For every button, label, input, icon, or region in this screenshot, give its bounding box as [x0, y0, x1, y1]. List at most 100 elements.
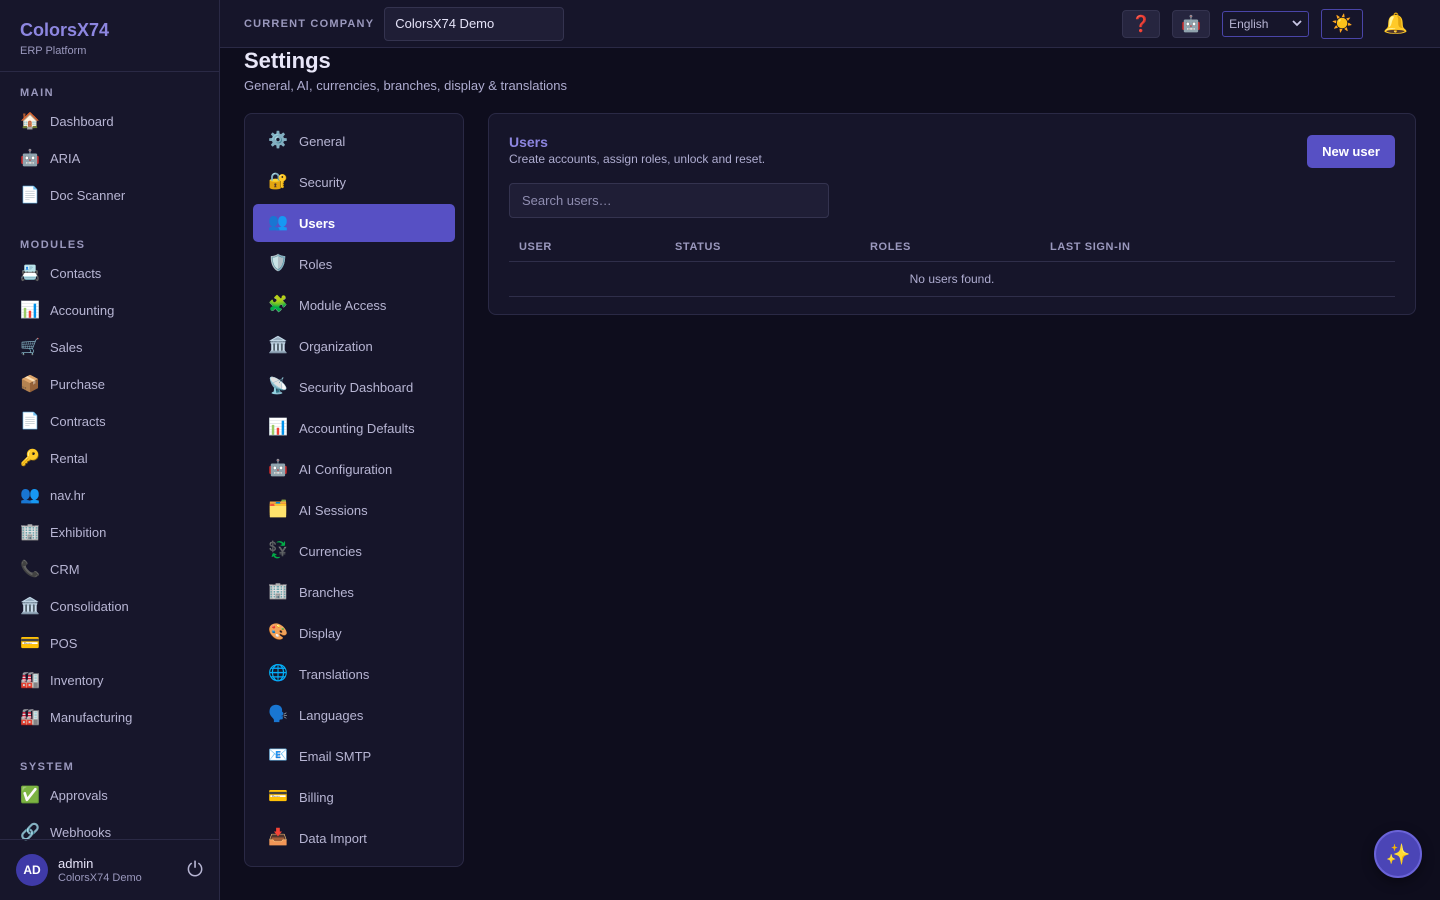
sidebar-item-accounting[interactable]: 📊 Accounting — [0, 292, 219, 329]
settings-tab-accounting-defaults[interactable]: 📊 Accounting Defaults — [253, 409, 455, 447]
settings-tab-users[interactable]: 👥 Users — [253, 204, 455, 242]
sidebar-item-crm[interactable]: 📞 CRM — [0, 551, 219, 588]
settings-tab-label: Roles — [299, 256, 333, 272]
robot-icon: 🤖 — [1181, 15, 1202, 33]
settings-tab-label: AI Configuration — [299, 461, 393, 477]
settings-tab-label: Users — [299, 215, 336, 231]
sidebar-item-doc-scanner[interactable]: 📄 Doc Scanner — [0, 177, 219, 214]
nav-section-label: SYSTEM — [20, 761, 75, 773]
settings-tab-display[interactable]: 🎨 Display — [253, 614, 455, 652]
new-user-button[interactable]: New user — [1307, 135, 1395, 168]
language-select[interactable]: English — [1222, 10, 1310, 37]
settings-tab-data-import[interactable]: 📥 Data Import — [253, 819, 455, 857]
sidebar-item-label: Inventory — [50, 673, 104, 688]
column-last-sign-in[interactable]: LAST SIGN-IN — [1050, 241, 1131, 253]
user-name: admin — [58, 856, 94, 871]
settings-tab-label: Translations — [299, 666, 370, 682]
gear-icon: ⚙️ — [268, 132, 288, 149]
sidebar-item-manufacturing[interactable]: 🏭 Manufacturing — [0, 699, 219, 736]
settings-tab-ai-sessions[interactable]: 🗂️ AI Sessions — [253, 491, 455, 529]
column-roles[interactable]: ROLES — [870, 241, 911, 253]
language-value: English — [1229, 16, 1269, 31]
sidebar-item-label: Accounting — [50, 303, 115, 318]
settings-tab-languages[interactable]: 🗣️ Languages — [253, 696, 455, 734]
column-user[interactable]: USER — [519, 241, 552, 253]
sidebar-item-inventory[interactable]: 🏭 Inventory — [0, 662, 219, 699]
key-icon: 🔑 — [20, 449, 40, 467]
settings-tab-translations[interactable]: 🌐 Translations — [253, 655, 455, 693]
sidebar-item-label: Approvals — [50, 788, 108, 803]
settings-tab-ai-configuration[interactable]: 🤖 AI Configuration — [253, 450, 455, 488]
settings-tab-label: Module Access — [299, 297, 387, 313]
settings-tab-label: Email SMTP — [299, 748, 372, 764]
sidebar-item-nav-hr[interactable]: 👥 nav.hr — [0, 477, 219, 514]
settings-tab-label: Display — [299, 625, 342, 641]
sidebar-item-label: Contacts — [50, 266, 102, 281]
sidebar-item-dashboard[interactable]: 🏠 Dashboard — [0, 103, 219, 140]
credit-card-icon: 💳 — [20, 634, 40, 652]
topbar-actions: ❓ 🤖 English ☀️ 🔔 — [1122, 8, 1416, 39]
factory-icon: 🏭 — [20, 671, 40, 689]
sidebar: ColorsX74 ERP Platform MAIN 🏠 Dashboard 🤖 AR… — [0, 0, 220, 900]
sidebar-item-purchase[interactable]: 📦 Purchase — [0, 366, 219, 403]
check-icon: ✅ — [20, 786, 40, 804]
people-icon: 👥 — [268, 214, 288, 231]
settings-tab-label: General — [299, 133, 346, 149]
assistant-button[interactable]: 🤖 — [1172, 9, 1211, 38]
sidebar-item-contracts[interactable]: 📄 Contracts — [0, 403, 219, 440]
sidebar-item-exhibition[interactable]: 🏢 Exhibition — [0, 514, 219, 551]
settings-tab-security-dashboard[interactable]: 📡 Security Dashboard — [253, 368, 455, 406]
settings-tab-label: Branches — [299, 584, 354, 600]
settings-tab-security[interactable]: 🔐 Security — [253, 163, 455, 201]
bar-chart-icon: 📊 — [268, 419, 288, 436]
sidebar-item-label: Consolidation — [50, 599, 129, 614]
sparkles-icon: ✨ — [1385, 843, 1411, 866]
bar-chart-icon: 📊 — [20, 301, 40, 319]
document-icon: 📄 — [20, 186, 40, 204]
puzzle-icon: 🧩 — [268, 296, 288, 313]
sidebar-item-rental[interactable]: 🔑 Rental — [0, 440, 219, 477]
sidebar-item-label: Doc Scanner — [50, 188, 126, 203]
settings-tab-currencies[interactable]: 💱 Currencies — [253, 532, 455, 570]
settings-tab-organization[interactable]: 🏛️ Organization — [253, 327, 455, 365]
settings-tab-label: Accounting Defaults — [299, 420, 415, 436]
avatar[interactable]: AD — [16, 854, 48, 886]
card-index-icon: 📇 — [20, 264, 40, 282]
sidebar-footer: AD admin ColorsX74 Demo ⏻ — [0, 839, 219, 900]
sidebar-item-approvals[interactable]: ✅ Approvals — [0, 777, 219, 814]
sidebar-item-label: Contracts — [50, 414, 106, 429]
settings-tab-email-smtp[interactable]: 📧 Email SMTP — [253, 737, 455, 775]
theme-toggle-button[interactable]: ☀️ — [1321, 8, 1364, 39]
help-button[interactable]: ❓ — [1122, 9, 1161, 38]
column-status[interactable]: STATUS — [675, 241, 721, 253]
bell-icon[interactable]: 🔔 — [1383, 11, 1408, 36]
topbar: CURRENT COMPANY ColorsX74 Demo ❓ 🤖 Engli… — [220, 0, 1440, 48]
settings-tab-module-access[interactable]: 🧩 Module Access — [253, 286, 455, 324]
user-company: ColorsX74 Demo — [58, 872, 142, 884]
company-select[interactable]: ColorsX74 Demo — [384, 6, 565, 41]
settings-tab-roles[interactable]: 🛡️ Roles — [253, 245, 455, 283]
brand[interactable]: ColorsX74 ERP Platform — [0, 0, 219, 72]
palette-icon: 🎨 — [268, 624, 288, 641]
settings-tab-branches[interactable]: 🏢 Branches — [253, 573, 455, 611]
bank-icon: 🏛️ — [268, 337, 288, 354]
search-users-input[interactable] — [509, 183, 829, 218]
current-company-label: CURRENT COMPANY — [244, 17, 375, 30]
sidebar-item-pos[interactable]: 💳 POS — [0, 625, 219, 662]
sidebar-item-contacts[interactable]: 📇 Contacts — [0, 255, 219, 292]
logout-icon[interactable]: ⏻ — [187, 859, 203, 882]
settings-tab-billing[interactable]: 💳 Billing — [253, 778, 455, 816]
page-subtitle: General, AI, currencies, branches, displ… — [244, 78, 567, 93]
sidebar-item-consolidation[interactable]: 🏛️ Consolidation — [0, 588, 219, 625]
settings-tab-general[interactable]: ⚙️ General — [253, 122, 455, 160]
sidebar-item-aria[interactable]: 🤖 ARIA — [0, 140, 219, 177]
lock-key-icon: 🔐 — [268, 173, 288, 190]
panel-subtitle: Create accounts, assign roles, unlock an… — [509, 152, 766, 166]
panel-title: Users — [509, 134, 548, 150]
sun-icon: ☀️ — [1331, 13, 1353, 33]
sidebar-item-label: CRM — [50, 562, 80, 577]
ai-assistant-fab[interactable]: ✨ — [1374, 830, 1422, 878]
sidebar-item-label: Purchase — [50, 377, 105, 392]
sidebar-item-label: Exhibition — [50, 525, 107, 540]
sidebar-item-sales[interactable]: 🛒 Sales — [0, 329, 219, 366]
